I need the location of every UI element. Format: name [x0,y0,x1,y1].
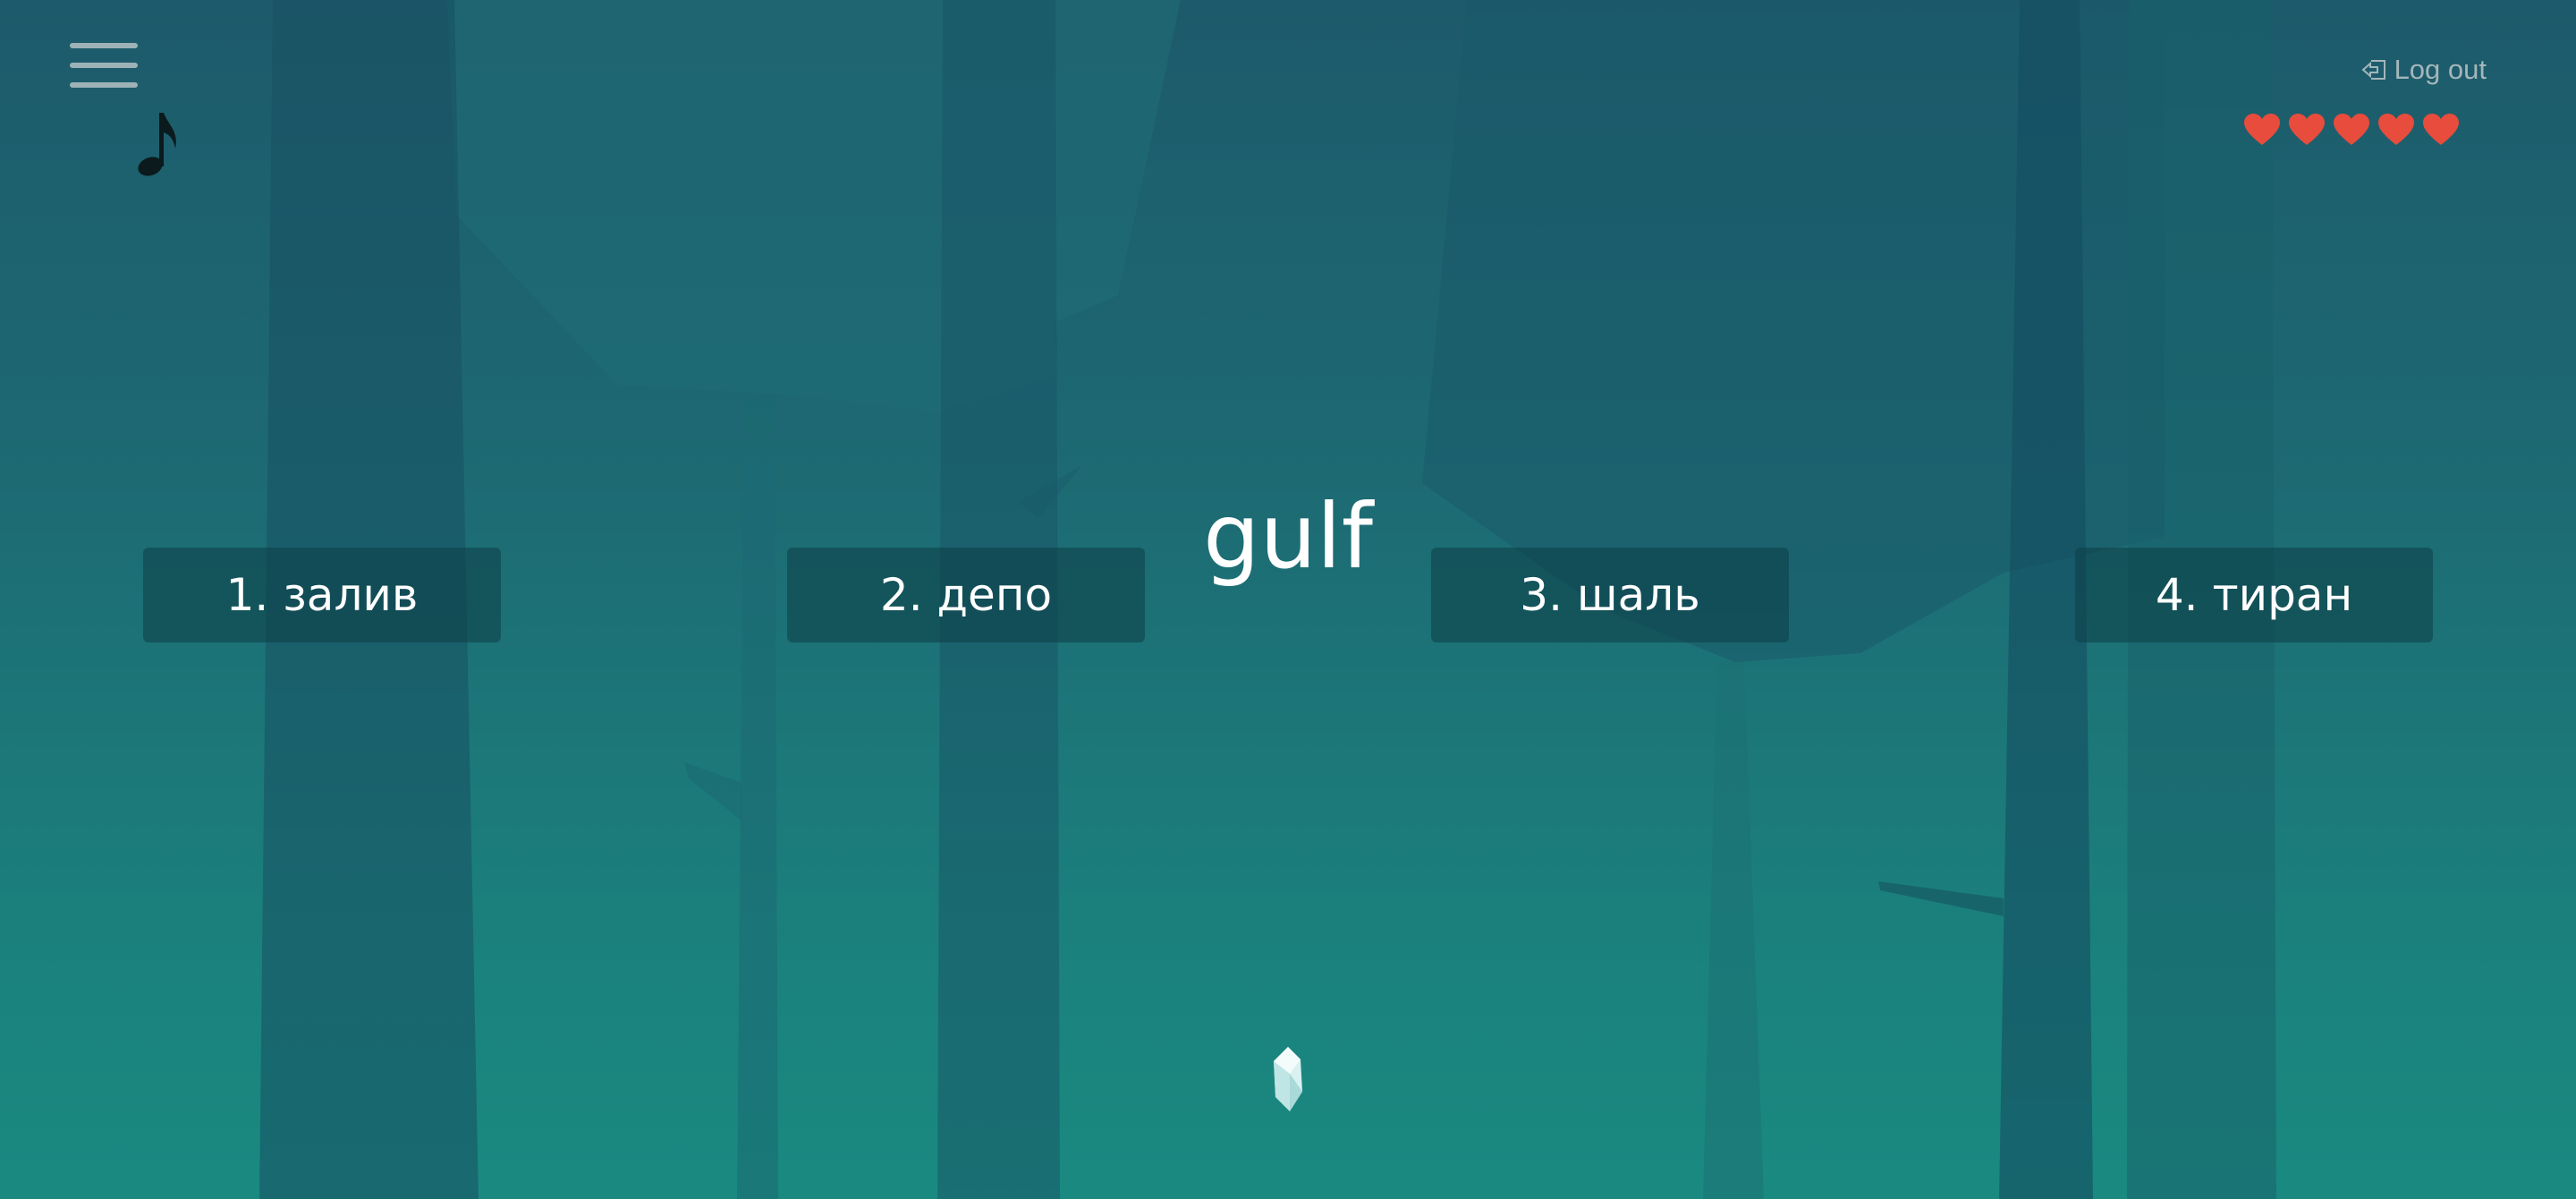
answer-option-4[interactable]: 4. тиран [2075,548,2433,642]
hamburger-line [70,82,138,88]
logout-label: Log out [2394,54,2487,85]
answer-option-1[interactable]: 1. залив [143,548,501,642]
logout-arrow-icon [2361,60,2385,80]
lives-indicator [2236,113,2460,147]
menu-button[interactable] [70,43,140,93]
music-note-icon[interactable] [132,107,182,179]
hamburger-line [70,63,138,68]
heart-icon [2334,114,2369,145]
heart-icon [2423,114,2459,145]
logout-button[interactable]: Log out [2360,48,2487,91]
answer-option-2[interactable]: 2. депо [787,548,1145,642]
answer-option-3[interactable]: 3. шаль [1431,548,1789,642]
heart-icon [2378,114,2414,145]
heart-icon [2289,114,2325,145]
heart-icon [2244,114,2280,145]
crystal-icon [1270,1047,1306,1111]
hamburger-menu-icon [70,43,138,48]
